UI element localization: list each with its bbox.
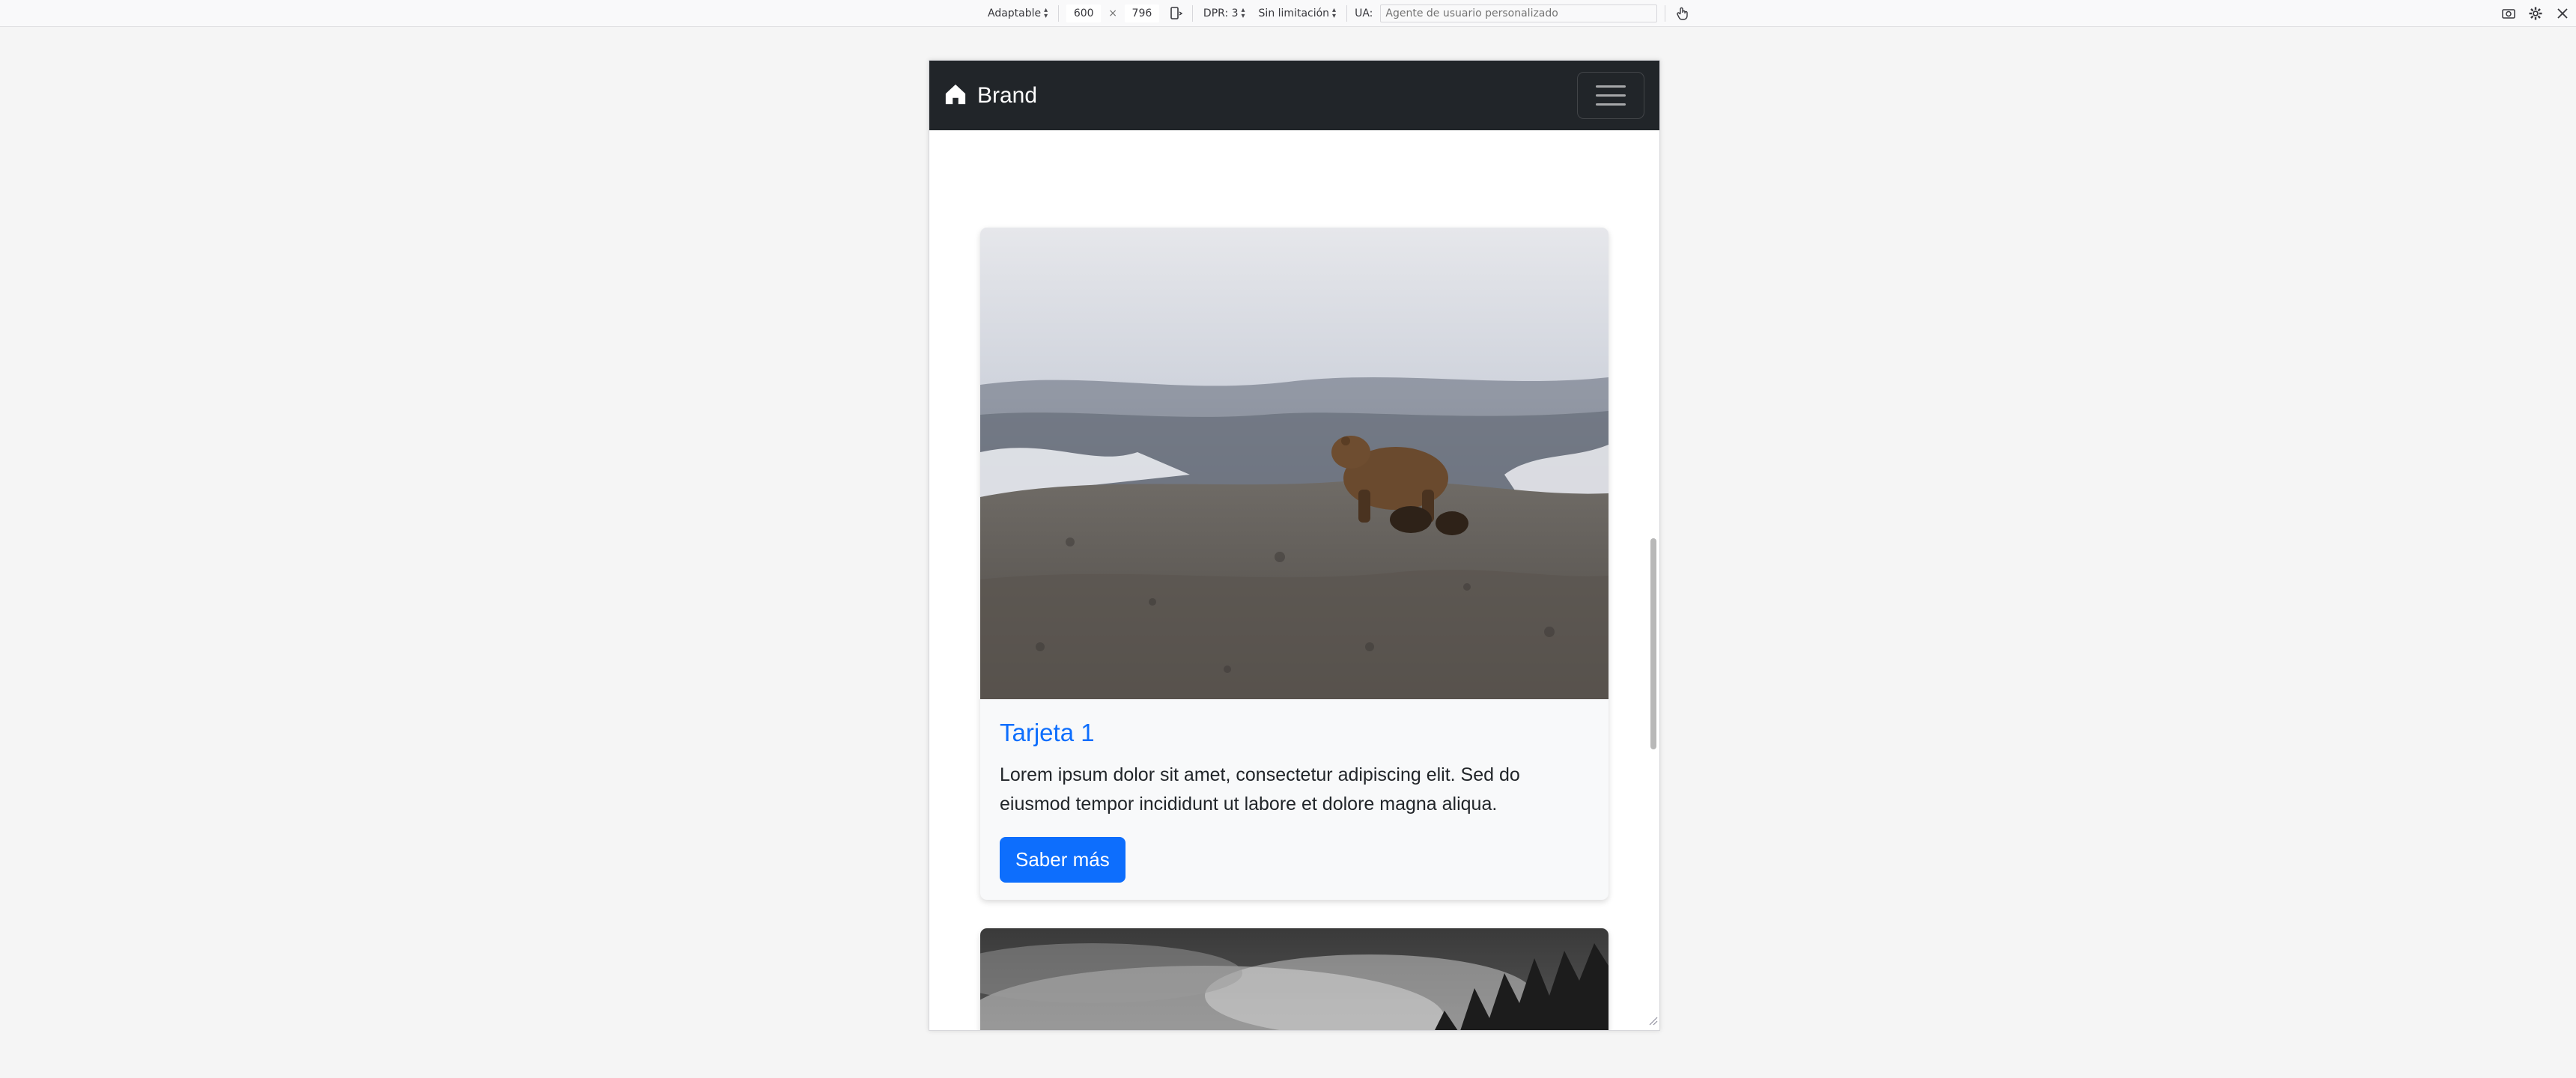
- home-icon: [944, 83, 967, 109]
- updown-arrows-icon: ▴ ▾: [1332, 6, 1337, 20]
- updown-arrows-icon: ▴ ▾: [1044, 6, 1048, 20]
- card-text: Lorem ipsum dolor sit amet, consectetur …: [1000, 764, 1520, 814]
- forest-photo: [980, 928, 1609, 1030]
- user-agent-input[interactable]: Agente de usuario personalizado: [1380, 4, 1658, 22]
- emulated-viewport: Brand Tarjeta 1 Lorem ipsum dolor sit am…: [929, 60, 1660, 1031]
- resize-handle-icon[interactable]: [1646, 1014, 1658, 1029]
- navbar-toggler-button[interactable]: [1577, 72, 1644, 119]
- dimension-separator: ×: [1108, 7, 1117, 19]
- responsive-toolbar: Adaptable ▴ ▾ 600 × 796 DPR: 3 ▴ ▾ Sin lim…: [0, 0, 2576, 27]
- card-title: Tarjeta 1: [1000, 719, 1095, 746]
- scrollbar-thumb[interactable]: [1650, 538, 1656, 749]
- bear-photo: [980, 228, 1609, 699]
- device-selector-label: Adaptable: [988, 7, 1042, 19]
- throttling-selector[interactable]: Sin limitación ▴ ▾: [1256, 6, 1340, 20]
- card-body: Tarjeta 1 Lorem ipsum dolor sit amet, co…: [980, 699, 1609, 883]
- page-content: Tarjeta 1 Lorem ipsum dolor sit amet, co…: [929, 130, 1659, 1030]
- close-icon[interactable]: [2554, 4, 2572, 22]
- card: [980, 928, 1609, 1030]
- updown-arrows-icon: ▴ ▾: [1241, 6, 1245, 20]
- divider: [1058, 5, 1060, 22]
- throttling-selector-label: Sin limitación: [1258, 7, 1330, 19]
- height-input[interactable]: 796: [1124, 4, 1159, 22]
- card: Tarjeta 1 Lorem ipsum dolor sit amet, co…: [980, 228, 1609, 900]
- learn-more-button[interactable]: Saber más: [1000, 837, 1126, 883]
- screenshot-icon[interactable]: [2500, 4, 2518, 22]
- ua-label: UA:: [1355, 7, 1373, 19]
- dpr-selector[interactable]: DPR: 3 ▴ ▾: [1200, 6, 1248, 20]
- divider: [1346, 5, 1348, 22]
- brand-link[interactable]: Brand: [944, 83, 1037, 109]
- dpr-selector-label: DPR: 3: [1203, 7, 1239, 19]
- touch-icon[interactable]: [1673, 4, 1691, 22]
- navbar: Brand: [929, 61, 1659, 130]
- menu-icon-line: [1596, 85, 1626, 88]
- menu-icon-line: [1596, 94, 1626, 97]
- toolbar-right-controls: [2500, 0, 2572, 27]
- settings-icon[interactable]: [2527, 4, 2545, 22]
- divider: [1191, 5, 1193, 22]
- device-selector[interactable]: Adaptable ▴ ▾: [985, 6, 1051, 20]
- menu-icon-line: [1596, 103, 1626, 106]
- rotate-icon[interactable]: [1167, 4, 1185, 22]
- device-controls: Adaptable ▴ ▾ 600 × 796 DPR: 3 ▴ ▾ Sin lim…: [985, 0, 1691, 27]
- brand-text: Brand: [977, 82, 1038, 108]
- width-input[interactable]: 600: [1066, 4, 1102, 22]
